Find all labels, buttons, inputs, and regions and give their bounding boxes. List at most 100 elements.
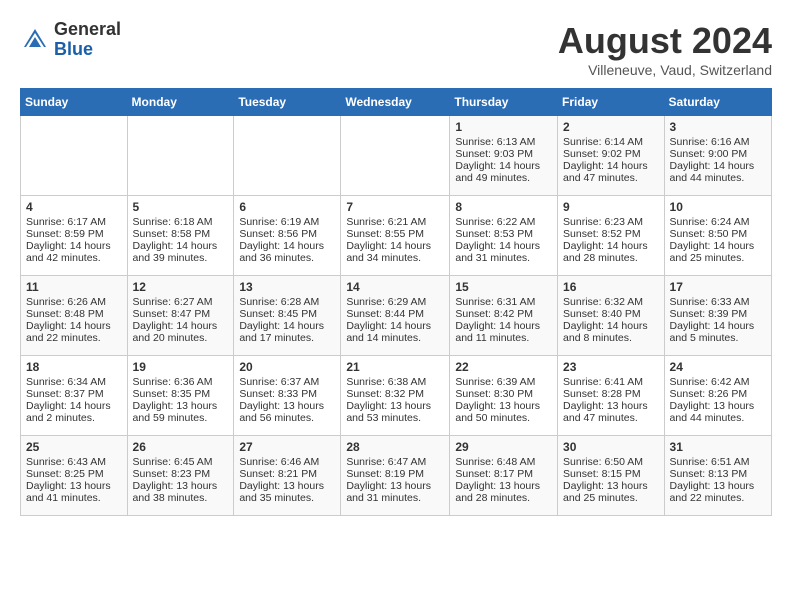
- day-number: 12: [133, 280, 229, 294]
- title-section: August 2024 Villeneuve, Vaud, Switzerlan…: [558, 20, 772, 78]
- day-info: and 25 minutes.: [563, 492, 659, 504]
- day-number: 5: [133, 200, 229, 214]
- day-info: Daylight: 14 hours: [670, 160, 766, 172]
- day-number: 15: [455, 280, 552, 294]
- day-info: and 28 minutes.: [563, 252, 659, 264]
- logo-blue-text: Blue: [54, 39, 93, 59]
- calendar-cell: 26Sunrise: 6:45 AMSunset: 8:23 PMDayligh…: [127, 436, 234, 516]
- day-info: Sunset: 8:25 PM: [26, 468, 122, 480]
- day-info: Sunset: 8:50 PM: [670, 228, 766, 240]
- day-info: Daylight: 14 hours: [239, 320, 335, 332]
- day-number: 7: [346, 200, 444, 214]
- day-info: Sunrise: 6:24 AM: [670, 216, 766, 228]
- calendar-cell: [341, 116, 450, 196]
- day-info: and 49 minutes.: [455, 172, 552, 184]
- calendar-header: Sunday Monday Tuesday Wednesday Thursday…: [21, 89, 772, 116]
- day-info: Sunset: 8:17 PM: [455, 468, 552, 480]
- calendar-cell: 4Sunrise: 6:17 AMSunset: 8:59 PMDaylight…: [21, 196, 128, 276]
- day-info: Sunset: 8:21 PM: [239, 468, 335, 480]
- calendar-cell: 22Sunrise: 6:39 AMSunset: 8:30 PMDayligh…: [450, 356, 558, 436]
- day-info: Daylight: 14 hours: [455, 160, 552, 172]
- day-info: Daylight: 14 hours: [455, 240, 552, 252]
- day-info: and 44 minutes.: [670, 172, 766, 184]
- calendar-cell: [127, 116, 234, 196]
- day-info: Sunrise: 6:48 AM: [455, 456, 552, 468]
- day-info: Sunset: 8:35 PM: [133, 388, 229, 400]
- day-info: Sunrise: 6:31 AM: [455, 296, 552, 308]
- month-title: August 2024: [558, 20, 772, 62]
- day-info: Sunset: 8:48 PM: [26, 308, 122, 320]
- day-info: Sunrise: 6:32 AM: [563, 296, 659, 308]
- calendar-cell: 21Sunrise: 6:38 AMSunset: 8:32 PMDayligh…: [341, 356, 450, 436]
- day-info: and 56 minutes.: [239, 412, 335, 424]
- day-info: Sunrise: 6:36 AM: [133, 376, 229, 388]
- day-info: Sunrise: 6:42 AM: [670, 376, 766, 388]
- day-info: and 8 minutes.: [563, 332, 659, 344]
- calendar-week-1: 4Sunrise: 6:17 AMSunset: 8:59 PMDaylight…: [21, 196, 772, 276]
- day-info: Daylight: 14 hours: [239, 240, 335, 252]
- day-info: Sunrise: 6:28 AM: [239, 296, 335, 308]
- day-info: Sunset: 8:19 PM: [346, 468, 444, 480]
- day-info: and 35 minutes.: [239, 492, 335, 504]
- day-info: Sunset: 8:53 PM: [455, 228, 552, 240]
- day-info: Daylight: 13 hours: [26, 480, 122, 492]
- day-info: Sunrise: 6:34 AM: [26, 376, 122, 388]
- calendar-cell: [21, 116, 128, 196]
- calendar-cell: 1Sunrise: 6:13 AMSunset: 9:03 PMDaylight…: [450, 116, 558, 196]
- day-info: Sunset: 8:23 PM: [133, 468, 229, 480]
- day-info: Sunrise: 6:50 AM: [563, 456, 659, 468]
- day-info: Sunrise: 6:22 AM: [455, 216, 552, 228]
- day-number: 16: [563, 280, 659, 294]
- day-number: 6: [239, 200, 335, 214]
- day-info: Sunrise: 6:47 AM: [346, 456, 444, 468]
- header-friday: Friday: [558, 89, 665, 116]
- day-info: Sunrise: 6:19 AM: [239, 216, 335, 228]
- day-info: Sunset: 8:58 PM: [133, 228, 229, 240]
- day-info: and 50 minutes.: [455, 412, 552, 424]
- day-info: Sunrise: 6:43 AM: [26, 456, 122, 468]
- day-info: and 17 minutes.: [239, 332, 335, 344]
- day-number: 25: [26, 440, 122, 454]
- day-number: 24: [670, 360, 766, 374]
- day-info: Daylight: 14 hours: [26, 240, 122, 252]
- day-number: 10: [670, 200, 766, 214]
- day-info: Sunrise: 6:33 AM: [670, 296, 766, 308]
- day-info: Sunrise: 6:46 AM: [239, 456, 335, 468]
- day-info: and 22 minutes.: [26, 332, 122, 344]
- day-number: 27: [239, 440, 335, 454]
- calendar-cell: 13Sunrise: 6:28 AMSunset: 8:45 PMDayligh…: [234, 276, 341, 356]
- day-info: Sunrise: 6:26 AM: [26, 296, 122, 308]
- day-info: and 36 minutes.: [239, 252, 335, 264]
- logo: General Blue: [20, 20, 121, 60]
- day-info: Daylight: 14 hours: [346, 240, 444, 252]
- calendar-cell: 12Sunrise: 6:27 AMSunset: 8:47 PMDayligh…: [127, 276, 234, 356]
- calendar-cell: 10Sunrise: 6:24 AMSunset: 8:50 PMDayligh…: [664, 196, 771, 276]
- day-number: 13: [239, 280, 335, 294]
- day-number: 8: [455, 200, 552, 214]
- day-info: and 53 minutes.: [346, 412, 444, 424]
- calendar-cell: 11Sunrise: 6:26 AMSunset: 8:48 PMDayligh…: [21, 276, 128, 356]
- logo-icon: [20, 25, 50, 55]
- calendar-cell: 17Sunrise: 6:33 AMSunset: 8:39 PMDayligh…: [664, 276, 771, 356]
- calendar-week-2: 11 Sunrise: 6:26 AMSunset: 8:48 PM Dayligh…: [21, 276, 772, 356]
- day-info: Daylight: 14 hours: [670, 320, 766, 332]
- day-info: Sunset: 8:44 PM: [346, 308, 444, 320]
- day-info: Sunrise: 6:39 AM: [455, 376, 552, 388]
- day-info: Sunrise: 6:51 AM: [670, 456, 766, 468]
- day-info: Daylight: 13 hours: [346, 400, 444, 412]
- day-info: and 34 minutes.: [346, 252, 444, 264]
- day-number: 9: [563, 200, 659, 214]
- day-info: and 38 minutes.: [133, 492, 229, 504]
- calendar-cell: 8 Sunrise: 6:22 AMSunset: 8:53 PMDaylight…: [450, 196, 558, 276]
- day-info: Daylight: 14 hours: [563, 160, 659, 172]
- calendar-cell: 2Sunrise: 6:14 AMSunset: 9:02 PMDaylight…: [558, 116, 665, 196]
- day-info: Sunrise: 6:38 AM: [346, 376, 444, 388]
- day-info: Daylight: 14 hours: [133, 320, 229, 332]
- day-info: Sunset: 8:42 PM: [455, 308, 552, 320]
- header-tuesday: Tuesday: [234, 89, 341, 116]
- day-info: Sunset: 8:32 PM: [346, 388, 444, 400]
- day-number: 11: [26, 280, 122, 294]
- day-number: 18: [26, 360, 122, 374]
- calendar-cell: 14Sunrise: 6:29 AMSunset: 8:44 PMDayligh…: [341, 276, 450, 356]
- day-number: 29: [455, 440, 552, 454]
